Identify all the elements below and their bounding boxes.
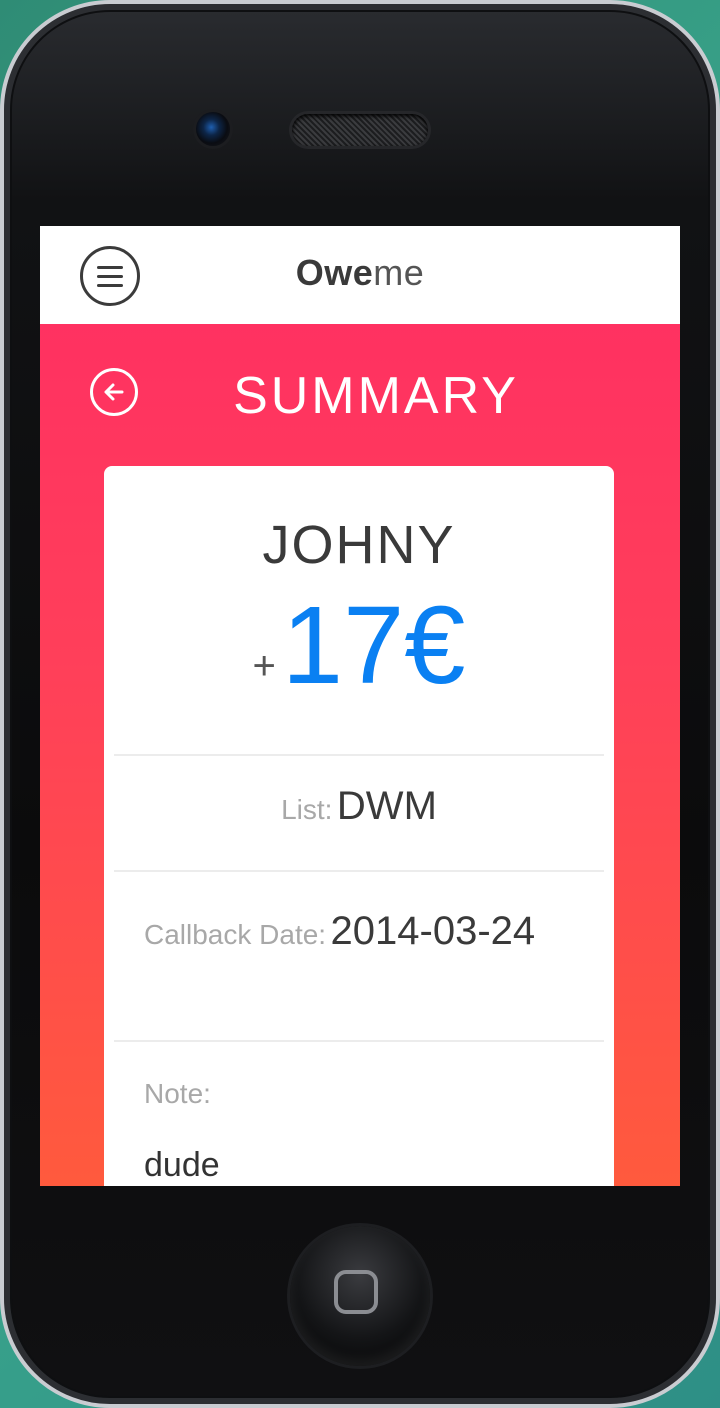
amount-value: 17€ xyxy=(281,584,466,707)
note-row: Note: dude xyxy=(144,1078,574,1185)
divider xyxy=(114,870,604,872)
list-value: DWM xyxy=(336,784,437,828)
phone-frame: Oweme SUMMARY JOHNY +17€ List: DWM Callb… xyxy=(0,0,720,1408)
home-button-icon[interactable] xyxy=(290,1226,430,1366)
app-screen: Oweme SUMMARY JOHNY +17€ List: DWM Callb… xyxy=(40,226,680,1186)
list-label: List: xyxy=(281,794,333,825)
app-title: Oweme xyxy=(40,252,680,294)
divider xyxy=(114,1040,604,1042)
callback-row: Callback Date: 2014-03-24 xyxy=(144,906,564,965)
app-title-bold: Owe xyxy=(295,252,374,293)
list-row: List: DWM xyxy=(104,784,614,829)
top-bar: Oweme xyxy=(40,226,680,324)
person-name: JOHNY xyxy=(262,515,456,575)
app-title-light: me xyxy=(373,252,425,293)
note-label: Note: xyxy=(144,1078,211,1109)
callback-value: 2014-03-24 xyxy=(330,909,536,953)
speaker-grille xyxy=(292,114,428,146)
summary-card: JOHNY +17€ List: DWM Callback Date: 2014… xyxy=(104,466,614,1186)
note-text: dude xyxy=(144,1146,220,1184)
callback-label: Callback Date: xyxy=(144,919,327,950)
page-title: SUMMARY xyxy=(233,367,519,425)
amount-sign: + xyxy=(252,644,276,688)
camera-icon xyxy=(196,112,230,146)
divider xyxy=(114,754,604,756)
home-square-icon xyxy=(334,1270,378,1314)
amount-row: +17€ xyxy=(104,586,614,706)
